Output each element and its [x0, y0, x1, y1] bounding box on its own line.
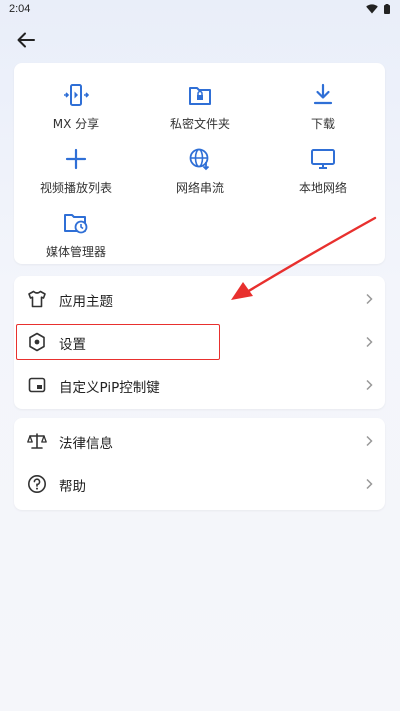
chevron-right-icon	[366, 435, 373, 447]
chevron-right-icon	[366, 293, 373, 305]
chevron-right-icon	[366, 379, 373, 391]
private-folder-button[interactable]: 私密文件夹	[138, 81, 262, 143]
video-playlist-icon	[62, 145, 90, 173]
scales-icon	[27, 431, 47, 451]
private-folder-label: 私密文件夹	[169, 117, 230, 131]
settings-hexagon-icon	[27, 332, 47, 352]
back-button[interactable]	[12, 28, 40, 52]
menu-item-custom-pip[interactable]: 自定义PiP控制键	[14, 364, 385, 406]
menu-item-label: 设置	[59, 337, 86, 353]
download-button[interactable]: 下载	[261, 81, 385, 143]
menu-item-label: 自定义PiP控制键	[59, 380, 160, 396]
status-bar: 2:04	[0, 0, 400, 20]
network-stream-icon	[186, 145, 214, 173]
back-arrow-icon	[17, 32, 35, 48]
menu-item-label: 帮助	[59, 479, 86, 495]
pip-icon	[27, 375, 47, 395]
media-manager-label: 媒体管理器	[45, 245, 106, 259]
status-time: 2:04	[9, 3, 31, 15]
wifi-icon	[366, 4, 378, 14]
download-label: 下载	[310, 117, 335, 131]
menu-item-settings[interactable]: 设置	[14, 321, 385, 363]
chevron-right-icon	[366, 336, 373, 348]
download-icon	[309, 81, 337, 109]
private-folder-icon	[186, 81, 214, 109]
media-manager-icon	[62, 209, 90, 237]
media-manager-button[interactable]: 媒体管理器	[14, 209, 138, 271]
status-icons	[366, 4, 390, 14]
settings-menu-card: 应用主题 设置 自定义PiP控制键	[14, 276, 385, 409]
info-menu-card: 法律信息 帮助	[14, 418, 385, 510]
menu-item-app-theme[interactable]: 应用主题	[14, 278, 385, 320]
chevron-right-icon	[366, 478, 373, 490]
local-network-icon	[309, 145, 337, 173]
menu-item-help[interactable]: 帮助	[14, 463, 385, 505]
help-icon	[27, 474, 47, 494]
video-playlist-label: 视频播放列表	[39, 181, 112, 195]
video-playlist-button[interactable]: 视频播放列表	[14, 145, 138, 207]
tshirt-icon	[27, 289, 47, 309]
local-network-button[interactable]: 本地网络	[261, 145, 385, 207]
battery-icon	[384, 4, 390, 14]
menu-item-label: 应用主题	[59, 294, 113, 310]
mx-share-label: MX 分享	[52, 117, 100, 131]
mx-share-icon	[62, 81, 90, 109]
local-network-label: 本地网络	[298, 181, 347, 195]
network-stream-button[interactable]: 网络串流	[138, 145, 262, 207]
quick-access-card: MX 分享 私密文件夹 下载 视频播放列表 网络串流 本地网络 媒体管理器	[14, 63, 385, 264]
mx-share-button[interactable]: MX 分享	[14, 81, 138, 143]
menu-item-legal-info[interactable]: 法律信息	[14, 420, 385, 462]
menu-item-label: 法律信息	[59, 436, 113, 452]
network-stream-label: 网络串流	[175, 181, 224, 195]
